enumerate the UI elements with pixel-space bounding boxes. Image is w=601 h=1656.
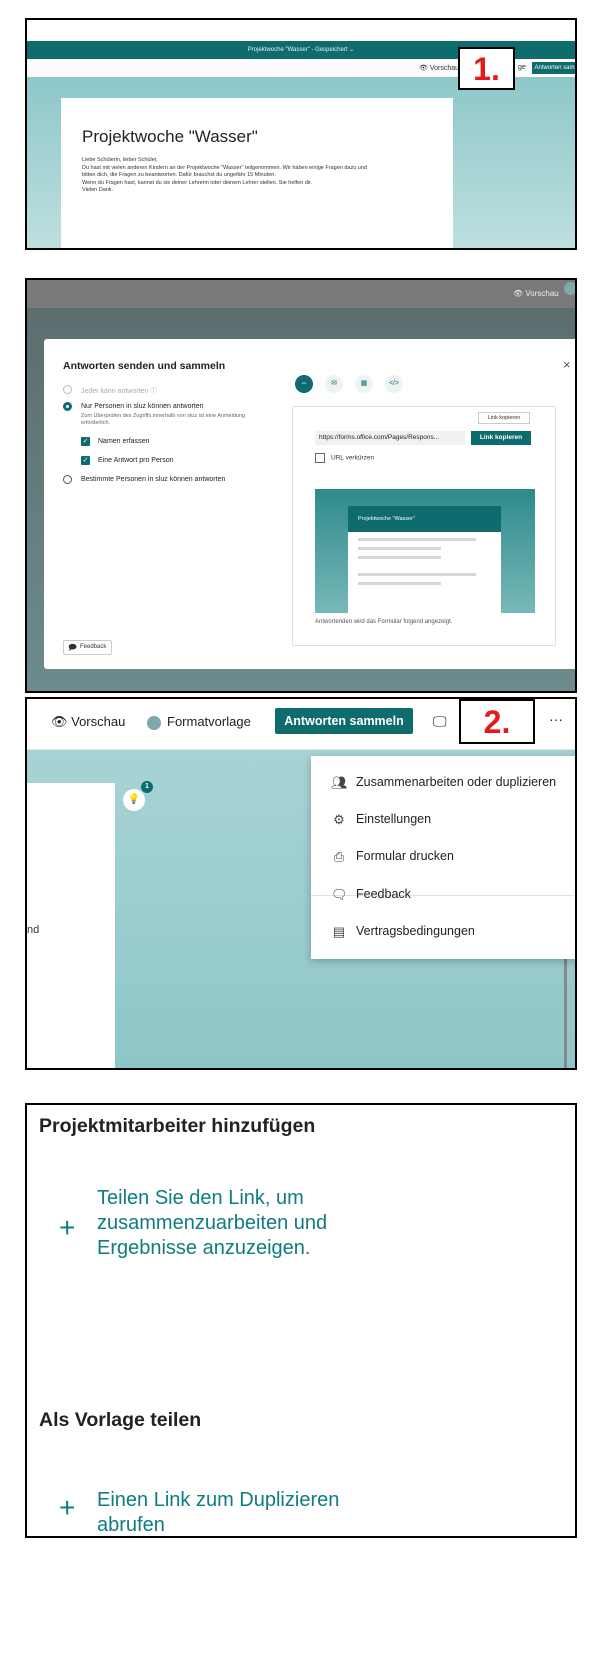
- radio-anyone[interactable]: [63, 385, 72, 394]
- menu-item-terms[interactable]: ▤ Vertragsbedingungen: [311, 913, 575, 950]
- palette-icon: [147, 715, 161, 730]
- preview-placeholder: [358, 573, 476, 576]
- checkbox-one-response[interactable]: ✓: [81, 456, 90, 465]
- template-heading: Als Vorlage teilen: [39, 1409, 202, 1431]
- form-card-partial: [27, 783, 115, 1068]
- style-avatar-icon[interactable]: [564, 282, 575, 295]
- people-icon: 👥︎: [331, 775, 348, 790]
- one-response-label: Eine Antwort pro Person: [98, 457, 174, 464]
- share-link-panel: Link kopieren https://forms.office.com/P…: [292, 406, 556, 646]
- description-line: Wenn du Fragen hast, kannst du sie deine…: [82, 179, 313, 186]
- style-button[interactable]: Formatvorlage: [147, 714, 251, 730]
- speech-bubble-icon: 🗩: [68, 643, 77, 652]
- collaborate-link[interactable]: Teilen Sie den Link, um zusammenzuarbeit…: [97, 1186, 327, 1261]
- feedback-button[interactable]: 🗩 Feedback: [63, 640, 112, 655]
- preview-button[interactable]: 👁︎ Vorschau: [513, 289, 559, 298]
- screenshot-panel-4: Projektmitarbeiter hinzufügen + Teilen S…: [25, 1103, 577, 1538]
- screenshot-panel-3: 👁︎ Vorschau Formatvorlage Antworten samm…: [25, 697, 577, 1070]
- plus-icon[interactable]: +: [59, 1212, 75, 1244]
- style-button-partial[interactable]: ge: [518, 64, 526, 71]
- form-description: Liebe Schülerin, lieber Schüler, Du hast…: [82, 157, 442, 195]
- eye-icon: 👁︎: [51, 714, 72, 729]
- copy-link-tooltip: Link kopieren: [478, 412, 530, 424]
- menu-item-feedback[interactable]: 🗨 Feedback: [311, 876, 575, 913]
- description-line: Liebe Schülerin, lieber Schüler,: [82, 157, 158, 163]
- preview-placeholder: [358, 538, 476, 541]
- share-url-field[interactable]: https://forms.office.com/Pages/Respons..…: [315, 431, 465, 445]
- radio-specific-people[interactable]: [63, 475, 72, 484]
- shorten-url-checkbox[interactable]: [315, 453, 325, 463]
- share-dialog: Antworten senden und sammeln × Jeder kan…: [44, 339, 575, 669]
- preview-title: Projektwoche "Wasser": [348, 506, 501, 532]
- feedback-icon: 🗨: [331, 887, 348, 902]
- eye-icon: 👁︎: [419, 65, 430, 72]
- more-options-menu: 👥︎ Zusammenarbeiten oder duplizieren ⚙ E…: [311, 756, 575, 959]
- description-line: Vielen Dank.: [82, 187, 114, 193]
- shorten-url-option[interactable]: URL verkürzen: [315, 453, 374, 463]
- collaborators-heading: Projektmitarbeiter hinzufügen: [39, 1115, 316, 1137]
- option-org-only-subtext: Zum Überprüfen des Zugriffs innerhalb vo…: [81, 413, 246, 426]
- notification-count: 1: [141, 781, 153, 793]
- close-icon[interactable]: ×: [563, 357, 571, 372]
- preview-placeholder: [358, 556, 441, 559]
- menu-item-print[interactable]: ⎙ Formular drucken: [311, 838, 575, 875]
- record-names-label: Namen erfassen: [98, 438, 150, 445]
- option-org-only-label: Nur Personen in sluz können antworten: [81, 403, 204, 410]
- step-badge-1: 1.: [458, 47, 515, 90]
- lightbulb-icon[interactable]: 💡: [123, 789, 145, 811]
- preview-note: Antwortenden wird das Formular folgend a…: [315, 619, 453, 625]
- menu-item-settings[interactable]: ⚙ Einstellungen: [311, 801, 575, 838]
- description-line: Du hast mit vielen anderen Kindern an de…: [82, 164, 367, 171]
- more-options-button[interactable]: ···: [549, 711, 563, 727]
- collect-responses-button[interactable]: Antworten sammeln: [532, 62, 575, 74]
- info-icon: ⓘ: [150, 388, 158, 395]
- radio-org-only[interactable]: [63, 402, 72, 411]
- duplicate-link[interactable]: Einen Link zum Duplizieren abrufen: [97, 1488, 339, 1536]
- description-line: bitten dich, die Fragen zu beantworten. …: [82, 172, 276, 178]
- checkbox-record-names[interactable]: ✓: [81, 437, 90, 446]
- option-specific-people-label: Bestimmte Personen in sluz können antwor…: [81, 476, 226, 483]
- gear-icon: ⚙: [333, 812, 345, 827]
- document-icon: ▤: [332, 924, 346, 939]
- screenshot-panel-1: Projektwoche "Wasser" - Gespeichert ⌄ 👁︎…: [25, 18, 577, 250]
- preview-placeholder: [358, 582, 441, 585]
- text-fragment: nd: [27, 924, 40, 936]
- option-anyone-label: Jeder kann antworten ⓘ: [81, 388, 158, 395]
- preview-button[interactable]: 👁︎ Vorschau: [419, 64, 459, 72]
- menu-item-collaborate[interactable]: 👥︎ Zusammenarbeiten oder duplizieren: [311, 764, 575, 801]
- tab-embed-icon[interactable]: </>: [385, 375, 403, 393]
- copy-link-button[interactable]: Link kopieren: [471, 431, 531, 445]
- eye-icon: 👁︎: [513, 289, 526, 298]
- form-toolbar: 👁︎ Vorschau: [27, 280, 575, 308]
- tab-link-icon[interactable]: ⇔: [295, 375, 313, 393]
- screenshot-panel-2: 👁︎ Vorschau Antworten senden und sammeln…: [25, 278, 577, 693]
- dialog-title: Antworten senden und sammeln: [63, 360, 226, 372]
- presentation-icon[interactable]: 🖵: [433, 713, 447, 730]
- form-title: Projektwoche "Wasser": [82, 127, 258, 146]
- preview-button[interactable]: 👁︎ Vorschau: [51, 714, 125, 730]
- tab-qr-icon[interactable]: ▦: [355, 375, 373, 393]
- collect-responses-button[interactable]: Antworten sammeln: [275, 708, 413, 734]
- plus-icon[interactable]: +: [59, 1492, 75, 1524]
- form-preview-image: Projektwoche "Wasser": [315, 489, 535, 613]
- tab-email-icon[interactable]: ✉: [325, 375, 343, 393]
- preview-card: Projektwoche "Wasser": [348, 506, 501, 613]
- preview-placeholder: [358, 547, 441, 550]
- step-badge-2: 2.: [459, 699, 535, 744]
- printer-icon: ⎙: [333, 849, 345, 864]
